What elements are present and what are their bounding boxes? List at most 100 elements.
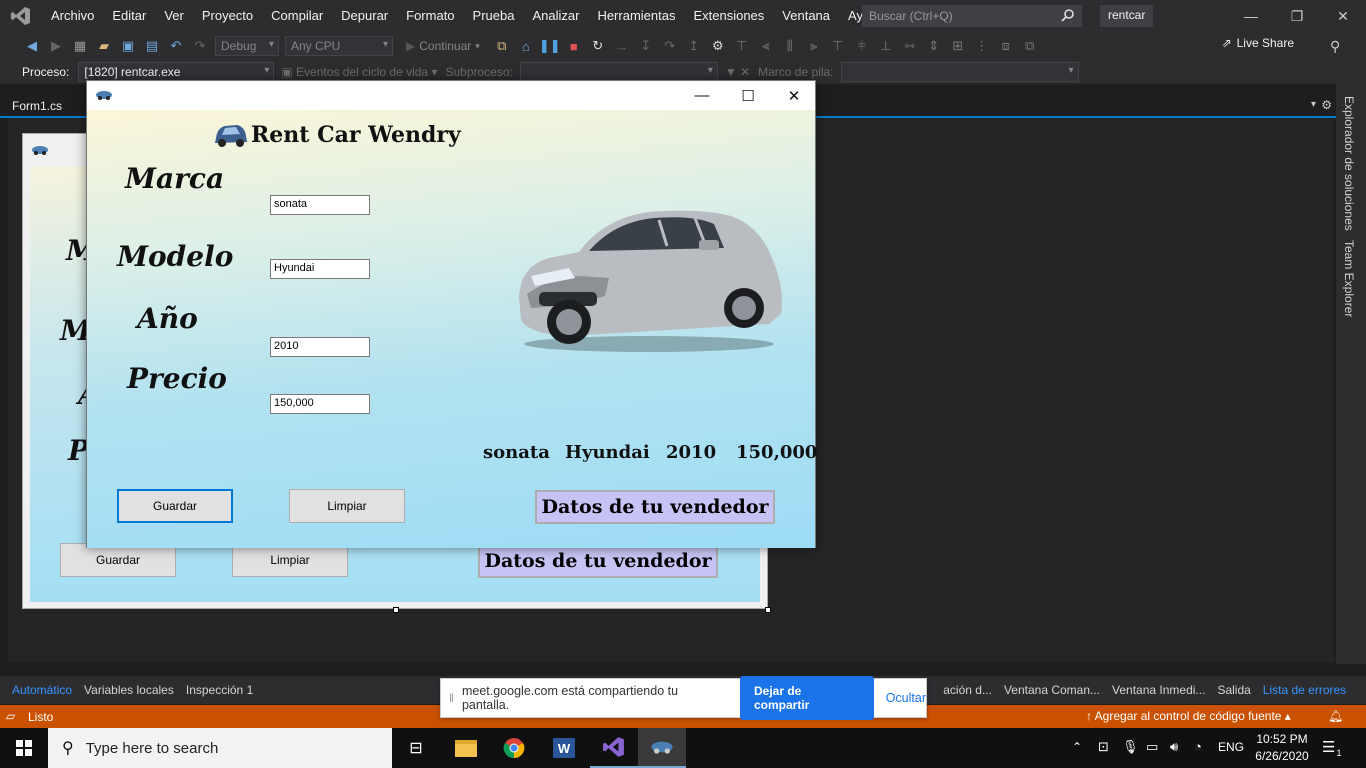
undo-icon[interactable]: ↶ xyxy=(165,35,187,57)
tray-chevron-icon[interactable]: ⌃ xyxy=(1072,740,1082,754)
continue-button[interactable]: ▶ Continuar ▾ xyxy=(406,39,480,53)
tab-ventana-inmediato[interactable]: Ventana Inmedi... xyxy=(1106,683,1211,697)
align-middle-icon[interactable]: ⫩ xyxy=(851,35,873,57)
show-next-statement-icon[interactable]: → xyxy=(611,35,633,57)
menu-ver[interactable]: Ver xyxy=(155,0,193,32)
design-clear-button[interactable]: Limpiar xyxy=(232,543,348,577)
stop-sharing-button[interactable]: Dejar de compartir xyxy=(739,676,874,720)
config-dropdown[interactable]: Debug xyxy=(215,36,279,56)
menu-archivo[interactable]: Archivo xyxy=(42,0,103,32)
stop-icon[interactable]: ■ xyxy=(563,35,585,57)
step-out-icon[interactable]: ↥ xyxy=(683,35,705,57)
word-icon[interactable]: W xyxy=(540,728,588,768)
new-project-icon[interactable]: ▦ xyxy=(69,35,91,57)
resize-handle-bottom[interactable] xyxy=(393,607,399,613)
menu-compilar[interactable]: Compilar xyxy=(262,0,332,32)
stackframe-dropdown[interactable] xyxy=(840,62,1079,82)
file-explorer-icon[interactable] xyxy=(442,728,490,768)
windows-start-icon[interactable] xyxy=(0,728,48,768)
menu-extensiones[interactable]: Extensiones xyxy=(684,0,773,32)
lifecycle-events-button[interactable]: ▣ Eventos del ciclo de vida ▾ xyxy=(281,65,437,79)
settings-gear-icon[interactable]: ⚙ xyxy=(1321,98,1332,112)
make-same-height-icon[interactable]: ⇕ xyxy=(923,35,945,57)
align-right-icon[interactable]: ⫸ xyxy=(803,35,825,57)
volume-icon[interactable]: 🔊︎ xyxy=(1170,739,1178,755)
task-view-icon[interactable]: ⊟ xyxy=(392,728,440,768)
step-over-icon[interactable]: ↷ xyxy=(659,35,681,57)
process-icon[interactable]: ⧉ xyxy=(491,35,513,57)
wifi-icon[interactable]: ◔ xyxy=(1194,739,1202,754)
save-all-icon[interactable]: ▤ xyxy=(141,35,163,57)
pause-icon[interactable]: ❚❚ xyxy=(539,35,561,57)
seller-data-button[interactable]: Datos de tu vendedor xyxy=(535,490,775,524)
tab-form1-cs[interactable]: Form1.cs xyxy=(4,96,70,118)
tab-variables-locales[interactable]: Variables locales xyxy=(78,683,180,697)
design-save-button[interactable]: Guardar xyxy=(60,543,176,577)
action-center-icon[interactable]: ☰ 1 xyxy=(1322,738,1341,758)
menu-herramientas[interactable]: Herramientas xyxy=(588,0,684,32)
precio-input[interactable]: 150,000 xyxy=(270,394,370,414)
tab-lista-errores[interactable]: Lista de errores xyxy=(1257,683,1352,697)
menu-formato[interactable]: Formato xyxy=(397,0,463,32)
feedback-icon[interactable]: ⚲ xyxy=(1330,38,1340,55)
tab-dropdown-icon[interactable]: ▾ xyxy=(1311,99,1316,110)
make-same-width-icon[interactable]: ⇿ xyxy=(899,35,921,57)
align-top-icon[interactable]: ⊤ xyxy=(827,35,849,57)
hide-share-button[interactable]: Ocultar xyxy=(886,691,926,705)
restart-icon[interactable]: ↻ xyxy=(587,35,609,57)
bring-front-icon[interactable]: ⧉ xyxy=(1019,35,1041,57)
tab-solution-explorer[interactable]: Explorador de soluciones xyxy=(1342,96,1356,231)
forward-icon[interactable]: ▶ xyxy=(45,35,67,57)
back-icon[interactable]: ◀ xyxy=(21,35,43,57)
menu-prueba[interactable]: Prueba xyxy=(464,0,524,32)
vs-search-input[interactable]: Buscar (Ctrl+Q) xyxy=(862,5,1082,27)
save-button[interactable]: Guardar xyxy=(117,489,233,523)
tab-ventana-comandos[interactable]: Ventana Coman... xyxy=(998,683,1106,697)
size-grid-icon[interactable]: ⊞ xyxy=(947,35,969,57)
modelo-input[interactable]: Hyundai xyxy=(270,259,370,279)
design-seller-button[interactable]: Datos de tu vendedor xyxy=(478,544,718,578)
marca-input[interactable]: sonata xyxy=(270,195,370,215)
redo-icon[interactable]: ↷ xyxy=(189,35,211,57)
align-icon[interactable]: ⊤ xyxy=(731,35,753,57)
align-bottom-icon[interactable]: ⊥ xyxy=(875,35,897,57)
tab-pila-llamadas[interactable]: ación d... xyxy=(937,683,998,697)
platform-dropdown[interactable]: Any CPU xyxy=(285,36,393,56)
tray-network-adapter-icon[interactable]: ⊡ xyxy=(1098,739,1109,755)
spacing-icon[interactable]: ⋮ xyxy=(971,35,993,57)
language-indicator[interactable]: ENG xyxy=(1218,740,1244,754)
rentcar-titlebar[interactable]: — ☐ ✕ xyxy=(87,81,815,110)
drag-handle-icon[interactable]: ‖ xyxy=(449,691,454,705)
notification-bell-icon[interactable]: 🔔︎ xyxy=(1328,709,1343,723)
align-center-icon[interactable]: ⫼ xyxy=(779,35,801,57)
minimize-icon[interactable]: — xyxy=(1228,0,1274,32)
diagnostics-icon[interactable]: ⚙ xyxy=(707,35,729,57)
rentcar-close-icon[interactable]: ✕ xyxy=(771,81,817,110)
process-dropdown[interactable]: [1820] rentcar.exe xyxy=(78,62,275,82)
rentcar-minimize-icon[interactable]: — xyxy=(679,81,725,110)
tab-inspeccion-1[interactable]: Inspección 1 xyxy=(180,683,259,697)
battery-icon[interactable]: ▭ xyxy=(1146,739,1158,755)
thread-dropdown[interactable] xyxy=(519,62,718,82)
rentcar-maximize-icon[interactable]: ☐ xyxy=(725,81,771,110)
live-share-button[interactable]: ⇗ Live Share xyxy=(1222,36,1294,50)
tab-order-icon[interactable]: ⧈ xyxy=(995,35,1017,57)
restore-icon[interactable]: ❐ xyxy=(1274,0,1320,32)
align-left-icon[interactable]: ⫷ xyxy=(755,35,777,57)
menu-depurar[interactable]: Depurar xyxy=(332,0,397,32)
tab-automatico[interactable]: Automático xyxy=(6,683,78,697)
anio-input[interactable]: 2010 xyxy=(270,337,370,357)
hot-reload-icon[interactable]: ⌂ xyxy=(515,35,537,57)
visual-studio-taskbar-icon[interactable] xyxy=(590,728,638,768)
menu-editar[interactable]: Editar xyxy=(103,0,155,32)
close-icon[interactable]: ✕ xyxy=(1320,0,1366,32)
chrome-icon[interactable] xyxy=(490,728,538,768)
clear-button[interactable]: Limpiar xyxy=(289,489,405,523)
tab-salida[interactable]: Salida xyxy=(1211,683,1256,697)
open-folder-icon[interactable]: ▰ xyxy=(93,35,115,57)
step-into-icon[interactable]: ↧ xyxy=(635,35,657,57)
source-control-button[interactable]: ↑ Agregar al control de código fuente ▴ xyxy=(1086,709,1291,723)
clock[interactable]: 10:52 PM 6/26/2020 xyxy=(1252,731,1312,765)
microphone-icon[interactable]: 🎙︎ xyxy=(1122,739,1139,755)
tab-team-explorer[interactable]: Team Explorer xyxy=(1342,240,1356,317)
